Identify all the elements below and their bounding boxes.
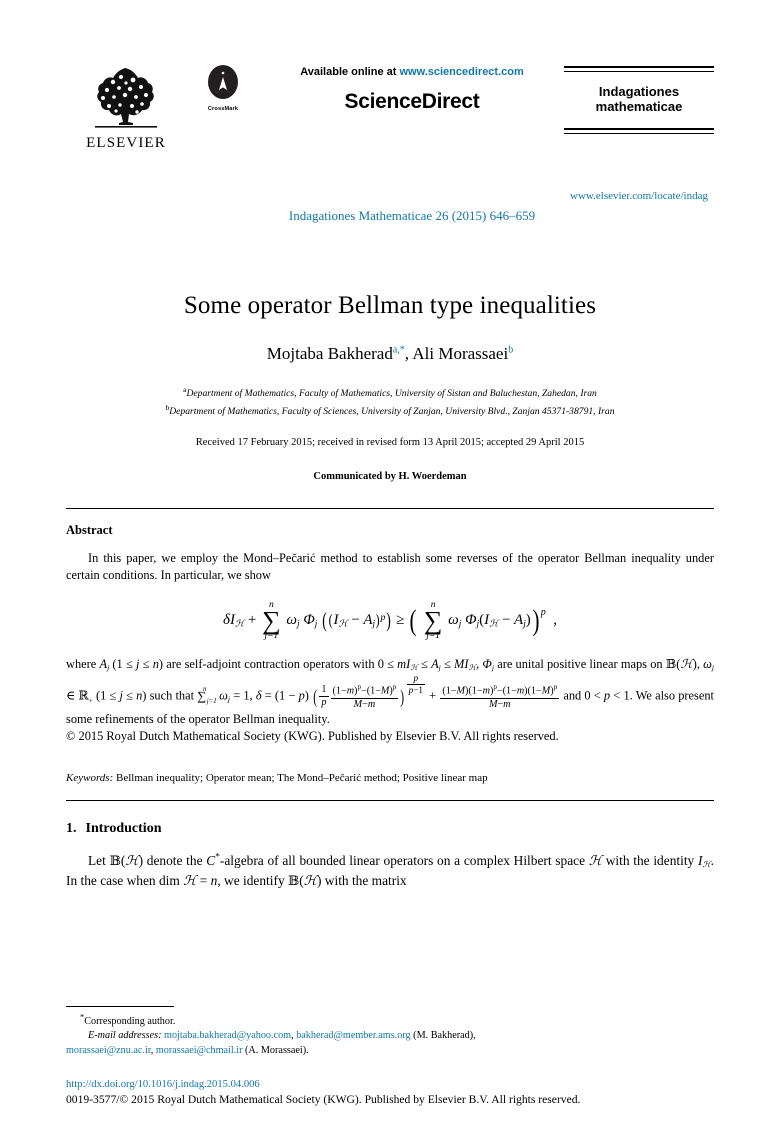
journal-title-line2: mathematicae: [595, 99, 683, 115]
section-title: Introduction: [85, 820, 162, 836]
summation-left: n ∑ j=1: [262, 600, 281, 642]
author-1-marks: a,*: [392, 344, 405, 356]
crossmark-icon: [208, 65, 238, 99]
publication-footer: http://dx.doi.org/10.1016/j.indag.2015.0…: [66, 1077, 714, 1108]
email-link-3[interactable]: morassaei@znu.ac.ir: [66, 1045, 151, 1056]
article-page: ELSEVIER CrossMark Available online at w…: [0, 0, 780, 1134]
section-heading-introduction: 1. Introduction: [66, 821, 714, 837]
communicated-by: Communicated by H. Woerdeman: [313, 471, 467, 483]
available-online-text: Available online at: [300, 66, 400, 78]
journal-url[interactable]: www.elsevier.com/locate/indag: [564, 190, 714, 202]
journal-logo-block: Indagationes mathematicae: [564, 62, 714, 134]
author-name-2[interactable]: Ali Morassaei: [412, 344, 508, 363]
journal-rule-bottom: [564, 128, 714, 134]
footnote-rule: [66, 1006, 174, 1008]
journal-title: Indagationes mathematicae: [564, 84, 714, 116]
affiliation-b: bDepartment of Mathematics, Faculty of S…: [66, 402, 714, 420]
doi-link[interactable]: http://dx.doi.org/10.1016/j.indag.2015.0…: [66, 1077, 714, 1092]
footnote-emails-line2: morassaei@znu.ac.ir, morassaei@chmail.ir…: [66, 1044, 714, 1058]
sciencedirect-wordmark: ScienceDirect: [344, 90, 480, 113]
page-title: Some operator Bellman type inequalities: [183, 292, 597, 319]
section-number: 1.: [66, 820, 77, 836]
article-history: Received 17 February 2015; received in r…: [195, 437, 585, 449]
keywords: Keywords: Bellman inequality; Operator m…: [66, 772, 714, 784]
abstract-paragraph-1: In this paper, we employ the Mond–Pečari…: [66, 551, 714, 583]
sciencedirect-block: Available online at www.sciencedirect.co…: [260, 62, 564, 114]
journal-masthead: ELSEVIER CrossMark Available online at w…: [66, 0, 714, 182]
email-sep-2: ,: [150, 1044, 154, 1056]
keywords-text: Bellman inequality; Operator mean; The M…: [116, 771, 488, 784]
keywords-divider: [66, 799, 714, 801]
affiliations: aDepartment of Mathematics, Faculty of M…: [66, 384, 714, 419]
email-addresses-label: E-mail addresses:: [88, 1030, 162, 1042]
affiliation-b-text: Department of Mathematics, Faculty of Sc…: [169, 405, 615, 417]
author-name-1[interactable]: Mojtaba Bakherad: [267, 344, 393, 363]
journal-citation[interactable]: Indagationes Mathematicae 26 (2015) 646–…: [260, 208, 564, 224]
footnote-corresponding: *Corresponding author.: [66, 1010, 714, 1029]
author-2-paren: (A. Morassaei).: [245, 1044, 309, 1056]
journal-title-line1: Indagationes: [598, 83, 680, 99]
email-link-2[interactable]: bakherad@member.ams.org: [296, 1030, 410, 1041]
abstract-paragraph-2: where Aj (1 ≤ j ≤ n) are self-adjoint co…: [66, 656, 715, 727]
email-link-4[interactable]: morassaei@chmail.ir: [156, 1045, 243, 1056]
abstract-body: In this paper, we employ the Mond–Pečari…: [66, 550, 714, 745]
email-link-1[interactable]: mojtaba.bakherad@yahoo.com: [164, 1030, 291, 1041]
sciencedirect-link[interactable]: www.sciencedirect.com: [399, 66, 523, 78]
available-online-line: Available online at www.sciencedirect.co…: [260, 66, 564, 78]
corresponding-author-text: Corresponding author.: [84, 1015, 176, 1027]
abstract-copyright: © 2015 Royal Dutch Mathematical Society …: [66, 729, 559, 744]
keywords-label: Keywords:: [66, 771, 114, 784]
journal-rule-top: [564, 66, 714, 72]
crossmark-logo[interactable]: CrossMark: [186, 62, 260, 112]
elsevier-wordmark: ELSEVIER: [86, 135, 166, 151]
author-list: Mojtaba Bakherada,*, Ali Morassaeib: [266, 344, 514, 363]
footnote-emails-line1: E-mail addresses: mojtaba.bakherad@yahoo…: [66, 1029, 714, 1043]
summation-right: n ∑ j=1: [423, 600, 443, 642]
elsevier-tree-icon: [89, 62, 163, 134]
abstract-divider-top: [66, 508, 714, 510]
author-2-marks: b: [508, 344, 514, 356]
email-sep-1: ,: [291, 1030, 294, 1042]
abstract-heading: Abstract: [66, 523, 113, 538]
introduction-paragraph: Let 𝔹(ℋ) denote the C*-algebra of all bo…: [66, 852, 714, 888]
affiliation-a-text: Department of Mathematics, Faculty of Ma…: [186, 388, 597, 400]
affiliation-a: aDepartment of Mathematics, Faculty of M…: [66, 384, 714, 402]
issn-copyright-line: 0019-3577/© 2015 Royal Dutch Mathematica…: [66, 1092, 581, 1106]
display-equation: δIℋ + n ∑ j=1 ωj Φj ((Iℋ − Aj)p) ≥ ( n ∑…: [222, 600, 558, 642]
author-1-paren: (M. Bakherad),: [413, 1030, 476, 1042]
crossmark-label: CrossMark: [207, 106, 239, 112]
elsevier-logo: ELSEVIER: [66, 62, 186, 152]
footnote-block: *Corresponding author. E-mail addresses:…: [66, 1006, 714, 1058]
